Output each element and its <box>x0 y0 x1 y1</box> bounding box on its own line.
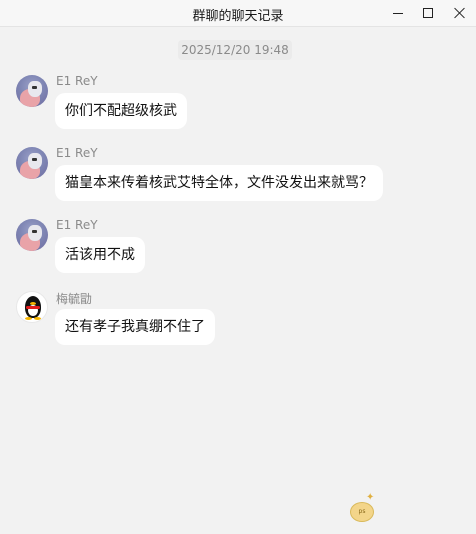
message-bubble[interactable]: 活该用不成 <box>55 237 145 273</box>
qq-penguin-avatar-icon[interactable] <box>16 291 48 323</box>
title-bar: 群聊的聊天记录 <box>0 0 476 27</box>
sender-name[interactable]: 梅毓勖 <box>56 290 92 307</box>
watermark-logo-icon: ps <box>350 502 374 522</box>
sender-name[interactable]: E1 ReY <box>56 146 98 160</box>
maximize-button[interactable] <box>410 0 446 26</box>
message-bubble[interactable]: 还有孝子我真绷不住了 <box>55 309 215 345</box>
sender-avatar[interactable] <box>16 147 48 179</box>
message-bubble[interactable]: 你们不配超级核武 <box>55 93 187 129</box>
message-timestamp: 2025/12/20 19:48 <box>178 40 292 60</box>
close-button[interactable] <box>442 0 476 26</box>
minimize-icon <box>393 12 403 14</box>
maximize-icon <box>423 8 433 18</box>
sender-avatar[interactable] <box>16 75 48 107</box>
sender-avatar[interactable] <box>16 219 48 251</box>
close-icon <box>454 7 466 19</box>
sender-name[interactable]: E1 ReY <box>56 218 98 232</box>
message-bubble[interactable]: 猫皇本来传着核武艾特全体，文件没发出来就骂？ <box>55 165 383 201</box>
watermark: ✦ ps <box>344 492 464 528</box>
sender-name[interactable]: E1 ReY <box>56 74 98 88</box>
chat-history-window: 群聊的聊天记录 2025/12/20 19:48 E1 ReY 你们不配超级核武… <box>0 0 476 534</box>
